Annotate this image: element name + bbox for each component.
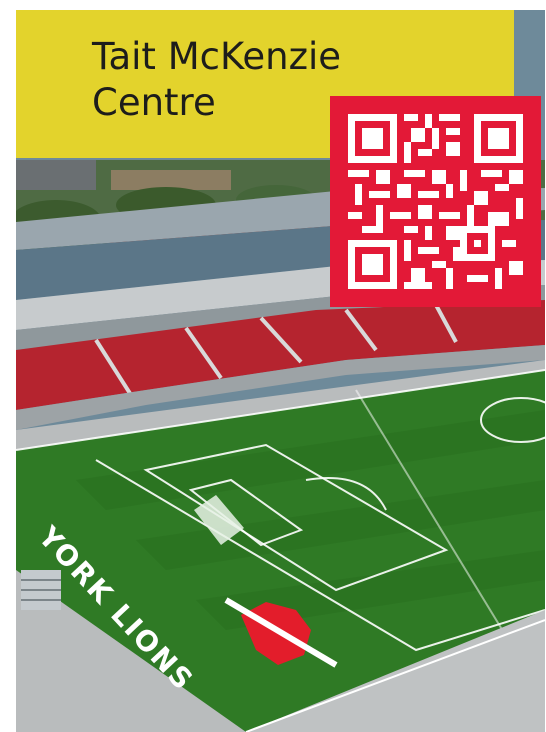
qr-code-icon[interactable] — [348, 114, 523, 289]
title-line-1: Tait McKenzie — [92, 35, 342, 78]
qr-panel[interactable] — [330, 96, 541, 307]
location-card[interactable]: YORK LIONS Tait McKenzie Centre — [16, 10, 545, 732]
title-line-2: Centre — [92, 81, 216, 124]
